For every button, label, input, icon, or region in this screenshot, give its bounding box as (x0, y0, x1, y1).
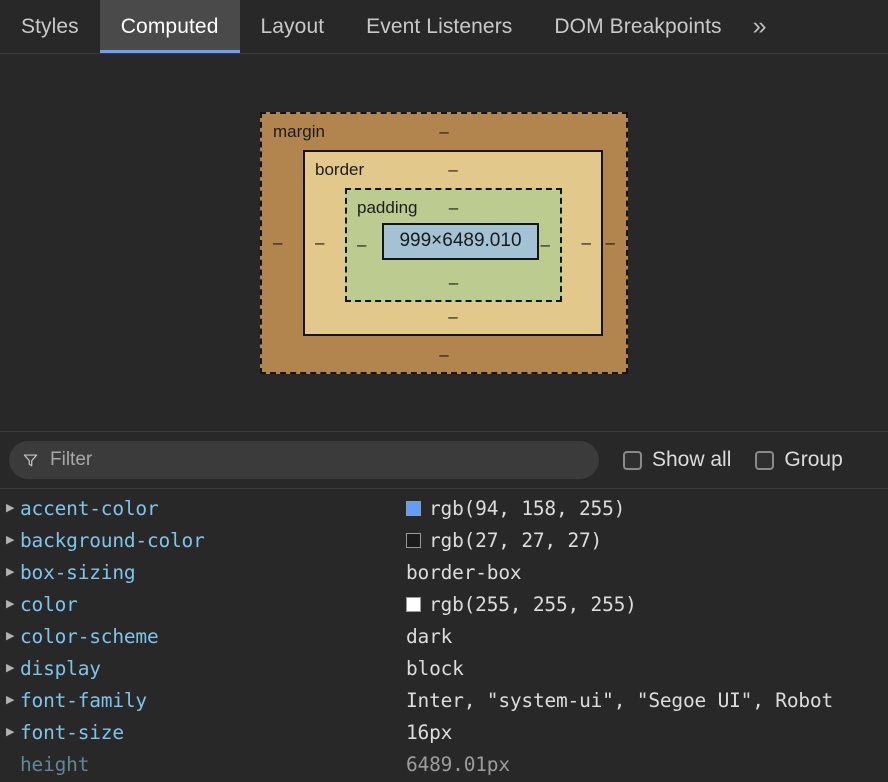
box-model-padding-left-value[interactable]: – (357, 235, 366, 255)
property-name-cell: ▶ accent-color (0, 492, 406, 524)
box-model-margin-top-value[interactable]: – (262, 122, 626, 142)
box-model-margin-left-value[interactable]: – (273, 233, 282, 253)
property-value: 6489.01px (406, 752, 510, 776)
triangle-right-icon[interactable]: ▶ (6, 492, 20, 524)
box-model-padding-right-value[interactable]: – (541, 235, 550, 255)
property-row[interactable]: ▶height6489.01px (0, 748, 888, 780)
property-row[interactable]: ▶ color rgb(255, 255, 255) (0, 588, 888, 620)
property-name-cell: ▶ display (0, 652, 406, 684)
funnel-icon (23, 453, 38, 466)
box-model-diagram: margin – – – – border – – – – padding – … (0, 54, 888, 432)
property-value-cell: rgb(94, 158, 255) (406, 497, 888, 520)
color-swatch-icon[interactable] (406, 532, 421, 548)
tab-label: Event Listeners (366, 14, 513, 38)
box-model-border-right-value[interactable]: – (582, 233, 591, 253)
color-swatch-icon[interactable] (406, 596, 421, 612)
tab-label: DOM Breakpoints (554, 14, 722, 38)
property-name-cell: ▶ color (0, 588, 406, 620)
property-row[interactable]: ▶ color-scheme dark (0, 620, 888, 652)
computed-filter-toolbar: Show all Group (0, 432, 888, 489)
property-value: Inter, "system-ui", "Segoe UI", Robot (406, 688, 833, 712)
property-value: rgb(27, 27, 27) (429, 528, 603, 552)
property-row[interactable]: ▶ font-size 16px (0, 716, 888, 748)
property-value: 16px (406, 720, 453, 744)
box-model-border-region[interactable]: border – – – – padding – – – – 999×6489.… (303, 149, 603, 336)
triangle-right-icon[interactable]: ▶ (6, 716, 20, 748)
property-name: height (20, 752, 90, 776)
tab-computed[interactable]: Computed (99, 0, 240, 53)
show-all-checkbox[interactable] (623, 450, 642, 470)
property-value-cell: rgb(255, 255, 255) (406, 593, 888, 616)
panel-tab-bar: Styles Computed Layout Event Listeners D… (0, 0, 888, 54)
box-model-border-top-value[interactable]: – (305, 160, 601, 180)
tab-layout[interactable]: Layout (240, 0, 346, 53)
property-value: dark (406, 624, 453, 648)
property-value-cell: border-box (406, 561, 888, 584)
property-name: background-color (20, 528, 205, 552)
property-value: rgb(255, 255, 255) (429, 592, 637, 616)
property-name: font-family (20, 688, 147, 712)
computed-properties-list[interactable]: ▶ accent-color rgb(94, 158, 255) ▶ backgroun… (0, 489, 888, 782)
box-model-padding-bottom-value[interactable]: – (347, 273, 560, 293)
property-row[interactable]: ▶ background-color rgb(27, 27, 27) (0, 524, 888, 556)
triangle-right-icon[interactable]: ▶ (6, 652, 20, 684)
devtools-computed-panel: Styles Computed Layout Event Listeners D… (0, 0, 888, 782)
triangle-right-icon[interactable]: ▶ (6, 684, 20, 716)
property-name: color (20, 592, 78, 616)
property-value-cell: Inter, "system-ui", "Segoe UI", Robot (406, 689, 888, 712)
triangle-right-icon[interactable]: ▶ (6, 620, 20, 652)
group-checkbox-group[interactable]: Group (755, 448, 843, 472)
group-checkbox[interactable] (755, 450, 775, 470)
property-name-cell: ▶height (0, 748, 406, 780)
property-value: rgb(94, 158, 255) (429, 496, 626, 520)
property-name-cell: ▶ box-sizing (0, 556, 406, 588)
tab-dom-breakpoints[interactable]: DOM Breakpoints (533, 0, 742, 53)
filter-input[interactable] (50, 449, 585, 471)
property-row[interactable]: ▶ accent-color rgb(94, 158, 255) (0, 492, 888, 524)
property-value: block (406, 656, 464, 680)
property-value-cell: rgb(27, 27, 27) (406, 529, 888, 552)
tab-label: Styles (21, 14, 79, 38)
property-value-cell: block (406, 657, 888, 680)
property-name: display (20, 656, 101, 680)
group-label: Group (784, 448, 843, 471)
property-row[interactable]: ▶ display block (0, 652, 888, 684)
box-model-margin-right-value[interactable]: – (606, 233, 615, 253)
tab-overflow-label: » (752, 12, 767, 40)
property-name-cell: ▶ font-family (0, 684, 406, 716)
tab-styles[interactable]: Styles (0, 0, 100, 53)
property-name-cell: ▶ background-color (0, 524, 406, 556)
triangle-right-icon[interactable]: ▶ (6, 524, 20, 556)
box-model-padding-region[interactable]: padding – – – – 999×6489.010 (345, 187, 562, 302)
property-value-cell: dark (406, 625, 888, 648)
tab-event-listeners[interactable]: Event Listeners (345, 0, 533, 53)
property-row[interactable]: ▶ font-family Inter, "system-ui", "Segoe U… (0, 684, 888, 716)
property-value: border-box (406, 560, 522, 584)
triangle-right-icon[interactable]: ▶ (6, 588, 20, 620)
box-model-content-region[interactable]: 999×6489.010 (382, 222, 539, 260)
tab-label: Layout (260, 14, 325, 38)
property-name: accent-color (20, 496, 159, 520)
box-model-padding-top-value[interactable]: – (347, 198, 560, 218)
box-model-content-dimensions: 999×6489.010 (399, 230, 522, 251)
property-name: font-size (20, 720, 124, 744)
property-value-cell: 16px (406, 721, 888, 744)
color-swatch-icon[interactable] (406, 500, 421, 516)
tab-label: Computed (120, 14, 219, 38)
property-name: color-scheme (20, 624, 159, 648)
property-row[interactable]: ▶ box-sizing border-box (0, 556, 888, 588)
show-all-label: Show all (652, 448, 732, 471)
box-model-border-bottom-value[interactable]: – (305, 307, 601, 327)
box-model-margin-bottom-value[interactable]: – (262, 345, 626, 365)
triangle-right-icon[interactable]: ▶ (6, 556, 20, 588)
property-value-cell: 6489.01px (406, 753, 888, 776)
box-model-margin-region[interactable]: margin – – – – border – – – – padding – … (260, 111, 628, 374)
property-name: box-sizing (20, 560, 136, 584)
property-name-cell: ▶ color-scheme (0, 620, 406, 652)
chevron-double-right-icon[interactable]: » (743, 0, 781, 53)
show-all-checkbox-group[interactable]: Show all (623, 448, 731, 472)
filter-field-container[interactable] (9, 441, 599, 479)
box-model-border-left-value[interactable]: – (315, 233, 324, 253)
property-name-cell: ▶ font-size (0, 716, 406, 748)
